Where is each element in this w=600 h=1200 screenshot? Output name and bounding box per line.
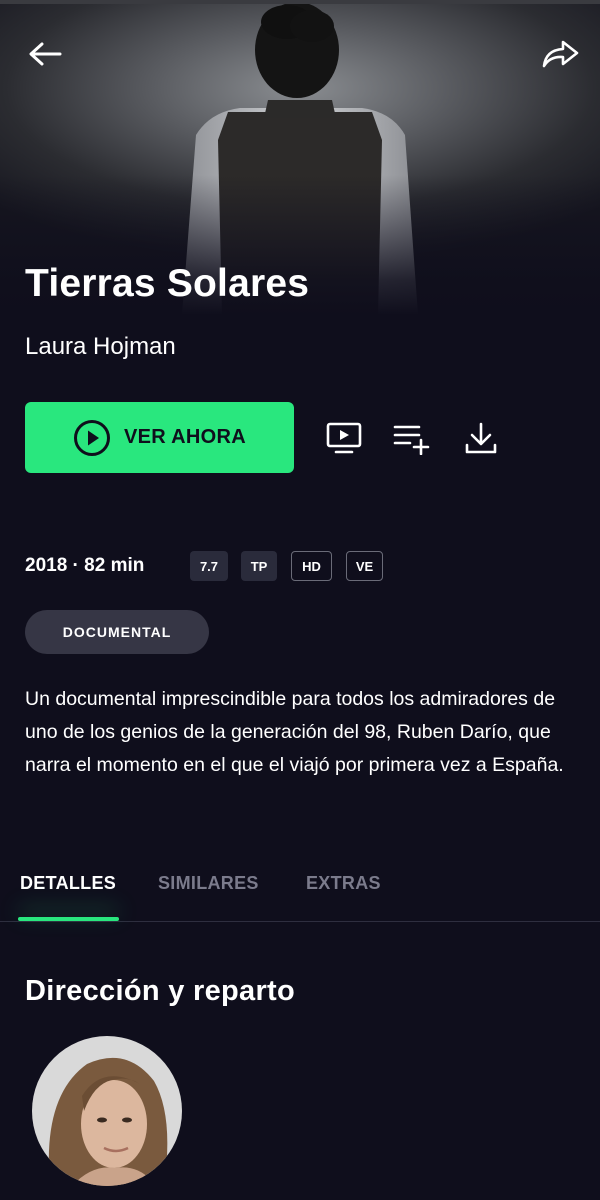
age-rating-badge: TP (241, 551, 277, 581)
director-name[interactable]: Laura Hojman (25, 333, 176, 361)
director-avatar[interactable] (32, 1036, 182, 1186)
watch-now-label: VER AHORA (124, 426, 246, 448)
share-icon (542, 40, 579, 68)
back-arrow-icon (29, 42, 62, 66)
tab-details[interactable]: DETALLES (20, 873, 116, 894)
play-circle-icon (74, 419, 111, 456)
cast-section-title: Dirección y reparto (25, 975, 296, 1007)
language-badge: VE (346, 551, 383, 581)
genre-chip[interactable]: DOCUMENTAL (25, 610, 209, 654)
download-icon (465, 422, 497, 454)
movie-title: Tierras Solares (25, 262, 310, 305)
year-duration: 2018 · 82 min (25, 555, 145, 576)
add-to-list-icon (393, 425, 430, 455)
status-strip (0, 0, 600, 4)
share-button[interactable] (540, 34, 580, 74)
hd-badge: HD (291, 551, 332, 581)
person-portrait (32, 1036, 182, 1186)
synopsis: Un documental imprescindible para todos … (25, 688, 564, 776)
add-to-list-button[interactable] (392, 418, 432, 458)
watch-now-button[interactable]: VER AHORA (25, 402, 294, 473)
active-tab-indicator (18, 917, 119, 921)
rating-badge: 7.7 (190, 551, 228, 581)
tab-bar: DETALLES SIMILARES EXTRAS (0, 868, 600, 922)
cast-to-tv-button[interactable] (324, 418, 364, 458)
tv-icon (326, 422, 362, 454)
download-button[interactable] (461, 418, 501, 458)
tab-extras[interactable]: EXTRAS (306, 873, 381, 894)
back-button[interactable] (25, 34, 65, 74)
tab-similar[interactable]: SIMILARES (158, 873, 259, 894)
